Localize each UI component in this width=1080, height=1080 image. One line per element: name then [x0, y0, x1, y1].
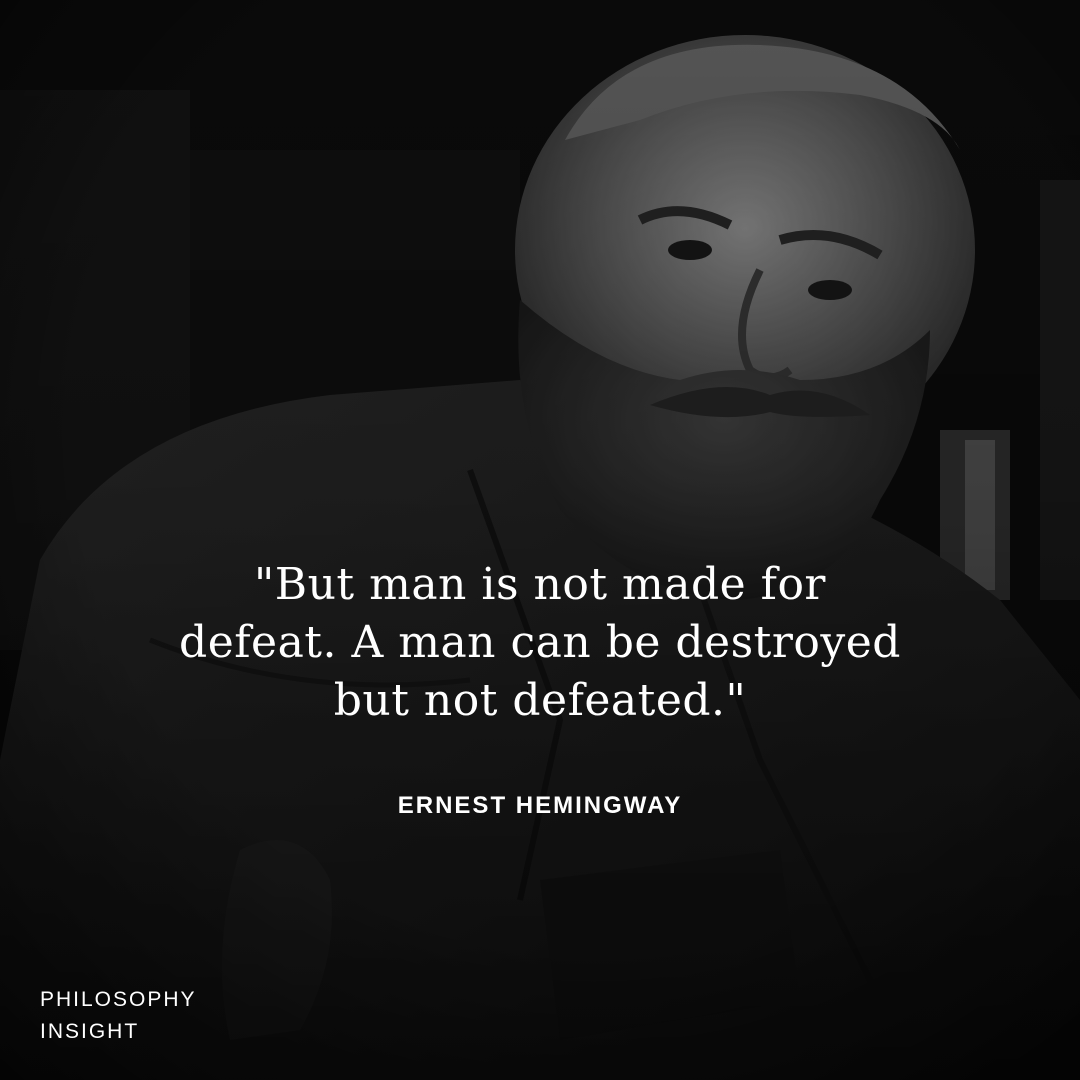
- author-name: ERNEST HEMINGWAY: [397, 792, 683, 819]
- quote-card: "But man is not made for defeat. A man c…: [0, 0, 1080, 1080]
- quote-line: but not defeated.": [333, 675, 747, 726]
- quote-line: defeat. A man can be destroyed: [179, 617, 901, 668]
- quote-text: "But man is not made for defeat. A man c…: [60, 556, 1020, 730]
- brand-line-1: PHILOSOPHY: [40, 988, 197, 1011]
- portrait-photo: [0, 0, 1080, 1080]
- brand-line-2: INSIGHT: [40, 1020, 140, 1043]
- brand-logo: PHILOSOPHY INSIGHT: [40, 984, 197, 1048]
- quote-line: "But man is not made for: [254, 559, 826, 610]
